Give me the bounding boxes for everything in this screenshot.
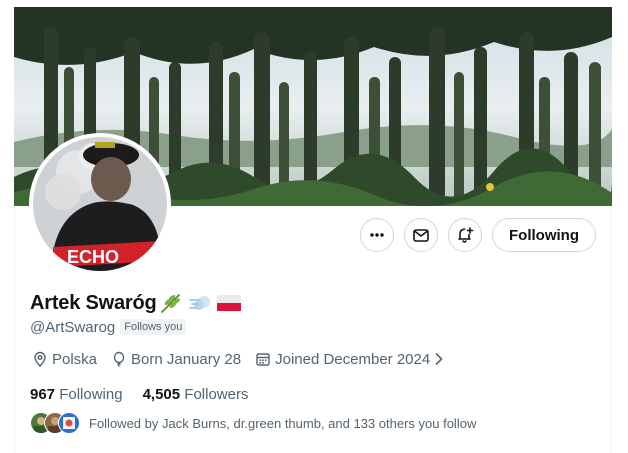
location-text: Polska [52, 350, 98, 368]
follows-you-badge: Follows you [120, 319, 187, 335]
svg-text:ECHO: ECHO [67, 247, 119, 267]
followers-label: Followers [184, 385, 249, 403]
following-button[interactable]: Following [492, 218, 596, 252]
following-label: Following [59, 385, 123, 403]
joined-item[interactable]: Joined December 2024 [255, 351, 448, 368]
following-count: 967 [30, 385, 56, 403]
followed-by-row[interactable]: Followed by Jack Burns, dr.green thumb, … [30, 412, 476, 434]
more-horizontal-icon [370, 233, 384, 237]
handle-row: @ArtSwarog Follows you [30, 318, 187, 336]
followers-count: 4,505 [142, 385, 181, 403]
joined-text: Joined December 2024 [275, 350, 431, 368]
notifications-button[interactable] [448, 218, 482, 252]
following-stat-link[interactable]: 967 Following [30, 386, 123, 403]
more-options-button[interactable] [360, 218, 394, 252]
bell-plus-icon [458, 227, 474, 243]
followed-by-text: Followed by Jack Burns, dr.green thumb, … [89, 415, 477, 431]
message-button[interactable] [404, 218, 438, 252]
avatar[interactable]: ECHO [29, 133, 171, 275]
display-name: Artek Swaróg [30, 291, 157, 314]
card-border-left [14, 206, 15, 453]
envelope-icon [413, 229, 429, 242]
card-border-right [611, 206, 612, 453]
poland-flag-emoji-icon [216, 293, 242, 313]
followers-stat-link[interactable]: 4,505 Followers [143, 386, 249, 403]
calendar-icon [256, 353, 270, 366]
mutual-avatar [58, 412, 80, 434]
profile-meta: Polska Born January 28 Joined December 2… [32, 349, 462, 369]
location-item: Polska [32, 351, 97, 368]
profile-name-row: Artek Swaróg [30, 290, 242, 316]
dash-emoji-icon [188, 292, 213, 314]
location-pin-icon [34, 351, 46, 367]
mutual-followers-avatars [30, 412, 80, 434]
birthday-text: Born January 28 [131, 350, 242, 368]
username-handle: @ArtSwarog [30, 318, 116, 336]
herb-emoji-icon [159, 292, 183, 314]
balloon-icon [113, 351, 125, 367]
chevron-right-icon [435, 353, 443, 365]
follow-stats: 967 Following 4,505 Followers [30, 384, 268, 404]
birthday-item: Born January 28 [111, 351, 241, 368]
top-strip [0, 0, 628, 7]
